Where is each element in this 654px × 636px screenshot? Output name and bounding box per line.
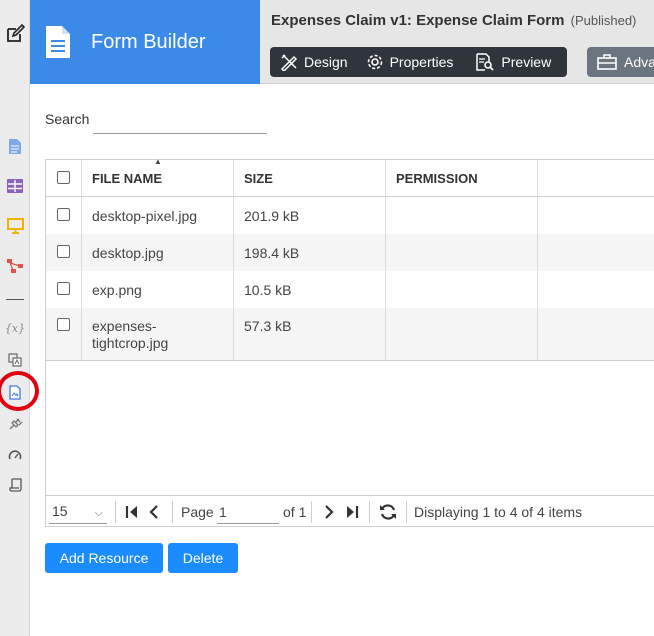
plugin-icon[interactable] — [5, 413, 25, 433]
preview-label: Preview — [501, 54, 552, 70]
variables-icon[interactable]: {x} — [5, 318, 25, 338]
properties-button[interactable]: Properties — [356, 47, 462, 77]
file-name-cell: desktop.jpg — [92, 245, 164, 261]
refresh-button[interactable] — [378, 502, 398, 522]
brand-header: Form Builder — [30, 0, 260, 84]
dashboard-icon[interactable] — [5, 445, 25, 465]
page-size-value: 15 — [52, 503, 68, 519]
monitor-icon[interactable] — [5, 216, 25, 236]
first-page-button[interactable] — [123, 503, 141, 521]
pager-divider — [172, 501, 173, 523]
size-cell: 57.3 kB — [244, 318, 292, 334]
table-row[interactable]: exp.png 10.5 kB — [46, 271, 654, 308]
column-divider — [537, 160, 538, 360]
pager: 15 ⌵ Page of 1 — [46, 495, 654, 527]
refresh-icon — [380, 504, 396, 520]
translate-icon[interactable] — [5, 350, 25, 370]
brand-title: Form Builder — [91, 30, 206, 53]
page-size-select[interactable]: 15 ⌵ — [49, 500, 107, 524]
last-page-button[interactable] — [343, 503, 361, 521]
column-header-permission[interactable]: PERMISSION — [385, 160, 537, 197]
row-checkbox[interactable] — [57, 318, 70, 331]
column-header-file-name[interactable]: FILE NAME — [81, 160, 233, 197]
file-name-cell: exp.png — [92, 282, 142, 298]
row-checkbox[interactable] — [57, 208, 70, 221]
pager-divider — [311, 501, 312, 523]
column-divider — [233, 160, 234, 360]
pager-divider — [369, 501, 370, 523]
page-number-input[interactable] — [217, 500, 279, 524]
column-divider — [385, 160, 386, 360]
pager-info: Displaying 1 to 4 of 4 items — [414, 504, 583, 520]
chevron-left-icon — [149, 505, 158, 519]
resources-grid: ▲ FILE NAME SIZE PERMISSION desktop-pixe… — [45, 157, 654, 527]
size-cell: 10.5 kB — [244, 282, 292, 298]
add-resource-button[interactable]: Add Resource — [45, 543, 163, 573]
rail-separator — [6, 299, 24, 300]
advanced-button[interactable]: Adva — [587, 47, 654, 77]
row-checkbox[interactable] — [57, 282, 70, 295]
grid-header: ▲ FILE NAME SIZE PERMISSION — [46, 157, 654, 197]
file-name-cell: expenses- tightcrop.jpg — [82, 318, 168, 352]
form-title-text: Expenses Claim v1: Expense Claim Form — [271, 12, 565, 29]
design-button[interactable]: Design — [270, 47, 356, 77]
left-rail: {x} — [0, 0, 39, 636]
file-name-line: expenses- — [92, 318, 157, 334]
form-document-icon — [46, 26, 70, 58]
page-label: Page — [181, 504, 214, 520]
chevron-right-icon — [325, 505, 334, 519]
table-row[interactable]: desktop.jpg 198.4 kB — [46, 234, 654, 271]
preview-icon — [476, 53, 495, 71]
pager-divider — [115, 501, 116, 523]
search-label: Search — [45, 111, 90, 127]
script-icon[interactable] — [5, 475, 25, 495]
rows-bottom-border — [46, 360, 654, 361]
file-name-cell: desktop-pixel.jpg — [92, 208, 198, 224]
previous-page-button[interactable] — [145, 503, 163, 521]
first-page-icon — [125, 506, 137, 518]
advanced-label: Adva — [624, 54, 654, 70]
page-total: of 1 — [283, 504, 307, 520]
next-page-button[interactable] — [320, 503, 338, 521]
briefcase-icon — [597, 54, 617, 70]
table-row[interactable]: desktop-pixel.jpg 201.9 kB — [46, 197, 654, 234]
highlight-annotation-circle — [0, 371, 39, 411]
chevron-down-icon: ⌵ — [94, 507, 103, 519]
column-header-size[interactable]: SIZE — [233, 160, 385, 197]
document-icon[interactable] — [5, 136, 25, 156]
last-page-icon — [347, 506, 359, 518]
delete-button[interactable]: Delete — [168, 543, 238, 573]
edit-icon[interactable] — [5, 24, 25, 44]
search-input[interactable] — [93, 104, 267, 134]
workflow-icon[interactable] — [5, 256, 25, 276]
size-cell: 201.9 kB — [244, 208, 300, 224]
top-bar: Expenses Claim v1: Expense Claim Form (P… — [260, 0, 654, 84]
app-root: {x} Form Builder Expenses Claim v1: Expe… — [0, 0, 654, 636]
form-title: Expenses Claim v1: Expense Claim Form (P… — [271, 12, 636, 29]
select-all-checkbox[interactable] — [57, 171, 70, 184]
status-badge: (Published) — [570, 13, 637, 28]
properties-label: Properties — [389, 54, 454, 70]
gear-icon — [367, 54, 382, 70]
row-checkbox[interactable] — [57, 245, 70, 258]
size-cell: 198.4 kB — [244, 245, 300, 261]
column-divider — [81, 160, 82, 360]
table-icon[interactable] — [5, 176, 25, 196]
table-row[interactable]: expenses- tightcrop.jpg 57.3 kB — [46, 308, 654, 360]
preview-button[interactable]: Preview — [461, 47, 559, 77]
mode-toolbar: Design Properties Preview — [270, 47, 567, 77]
design-icon — [280, 54, 298, 71]
file-name-line: tightcrop.jpg — [92, 335, 169, 351]
pager-divider — [406, 501, 407, 523]
design-label: Design — [304, 54, 348, 70]
